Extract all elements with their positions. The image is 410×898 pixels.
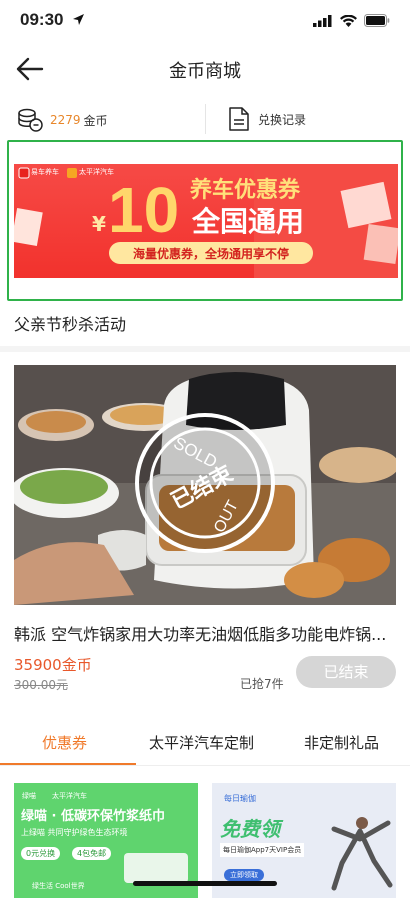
card-left-brand1: 绿喵: [22, 792, 36, 800]
product-price: 35900金币: [14, 656, 92, 674]
status-icons: [313, 14, 390, 27]
banner-amount: 10: [108, 174, 180, 246]
coins-icon: [18, 108, 43, 132]
document-icon: [229, 107, 249, 131]
signal-icon: [313, 14, 332, 27]
card-right-subtitle: 每日瑜伽App7天VIP会员: [220, 843, 305, 857]
ended-button[interactable]: 已结束: [296, 656, 396, 688]
tissue-pack-image: [124, 853, 188, 883]
original-price: 300.00元: [14, 678, 68, 692]
exchange-record-label: 兑换记录: [258, 112, 307, 127]
product-name[interactable]: 韩派 空气炸锅家用大功率无油烟低脂多功能电炸锅...: [14, 621, 396, 645]
section-divider: [0, 346, 410, 352]
yoga-figure: [331, 817, 393, 891]
card-right-brand: 每日瑜伽: [224, 794, 256, 803]
banner-line2: 全国通用: [192, 205, 305, 238]
sold-count: 已抢7件: [240, 677, 284, 691]
card-left-title: 绿喵 · 低碳环保竹浆纸巾: [21, 809, 165, 824]
wifi-icon: [340, 14, 357, 27]
battery-icon: [364, 14, 390, 27]
coin-balance: 2279 金币: [16, 106, 108, 134]
divider: [205, 104, 206, 134]
page-title: 金币商城: [169, 61, 241, 82]
card-right-title: 免费领: [220, 817, 280, 841]
location-arrow-icon: [73, 14, 84, 25]
home-indicator: [133, 881, 277, 886]
promo-banner[interactable]: 易车养车 太平洋汽车 ¥ 10 养车优惠券 全国通用 海量优惠券，全场通用享不停: [7, 140, 403, 301]
banner-image: 易车养车 太平洋汽车 ¥ 10 养车优惠券 全国通用 海量优惠券，全场通用享不停: [14, 164, 398, 278]
banner-slogan: 海量优惠券，全场通用享不停: [132, 247, 289, 261]
card-left-footer: 绿生活 Cool世界: [32, 882, 85, 890]
card-left-tag1: 0元兑换: [21, 847, 61, 860]
active-tab-indicator: [0, 763, 136, 765]
section-title: 父亲节秒杀活动: [14, 315, 127, 334]
category-tabs: 优惠券 太平洋汽车定制 非定制礼品: [0, 722, 410, 766]
account-info-row: 2279 金币 兑换记录: [0, 100, 410, 140]
card-left-brand2: 太平洋汽车: [52, 792, 87, 800]
product-image[interactable]: SOLD 已结束 OUT: [14, 365, 396, 605]
status-bar: 09:30: [0, 0, 410, 44]
card-right-button: 立即领取: [224, 869, 264, 881]
coin-amount: 2279: [50, 113, 81, 127]
tab-coupons[interactable]: 优惠券: [42, 732, 87, 753]
banner-logo-1: 易车养车: [31, 168, 59, 176]
status-time: 09:30: [20, 10, 64, 29]
exchange-record-button[interactable]: 兑换记录: [228, 106, 306, 132]
card-left-subtitle: 上绿喵 共同守护绿色生态环境: [21, 828, 128, 837]
nav-bar: 金币商城: [0, 44, 410, 94]
coin-unit: 金币: [83, 113, 108, 128]
card-left-tag2: 4包免邮: [72, 847, 112, 860]
banner-currency: ¥: [92, 212, 106, 236]
tab-pacific-custom[interactable]: 太平洋汽车定制: [149, 732, 254, 753]
tab-non-custom-gifts[interactable]: 非定制礼品: [304, 732, 379, 753]
